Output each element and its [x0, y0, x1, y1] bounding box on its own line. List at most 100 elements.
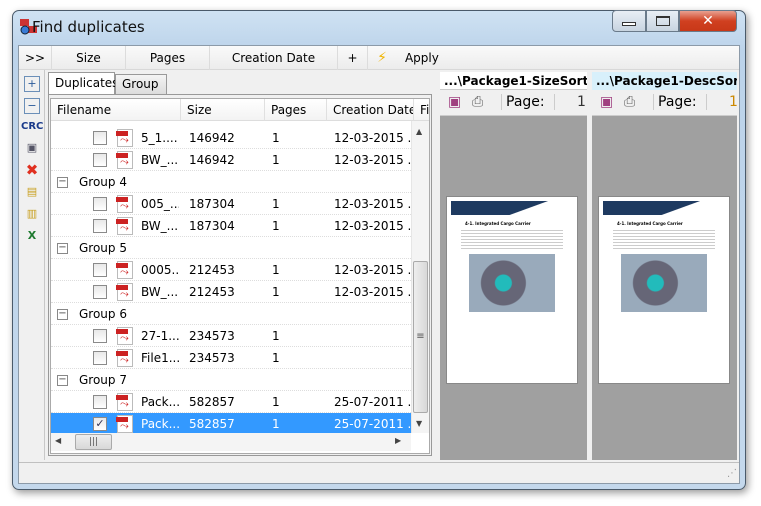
move-to-folder-icon[interactable]: ▤: [24, 184, 40, 200]
file-checkbox[interactable]: [93, 219, 107, 233]
sort-creation-date-button[interactable]: Creation Date: [210, 46, 338, 70]
file-size: 212453: [189, 285, 235, 299]
group-row[interactable]: − Group 7: [51, 369, 411, 391]
group-row[interactable]: − Group 6: [51, 303, 411, 325]
horizontal-scroll-thumb[interactable]: |||: [75, 434, 112, 450]
sort-size-button[interactable]: Size: [52, 46, 126, 70]
file-pages: 1: [272, 263, 280, 277]
computer-search-icon[interactable]: ▣: [24, 140, 40, 156]
collapse-group-icon[interactable]: −: [57, 375, 68, 386]
file-checkbox[interactable]: ✓: [93, 417, 107, 431]
file-creation-date: 25-07-2011 ...: [334, 395, 419, 409]
collapse-group-icon[interactable]: −: [57, 243, 68, 254]
group-name: Group 4: [79, 175, 127, 189]
file-row[interactable]: 5_1.... 146942 1 12-03-2015 ...: [51, 127, 419, 149]
file-row[interactable]: BW_... 146942 1 12-03-2015 ...: [51, 149, 419, 171]
print-icon[interactable]: ⎙: [472, 94, 483, 110]
file-name: Pack...: [141, 417, 179, 431]
preview-toolbar-right: ▣ ⎙ Page: 1: [592, 90, 738, 116]
export-excel-icon[interactable]: X: [24, 228, 40, 244]
scroll-up-arrow-icon[interactable]: ▲: [416, 127, 422, 136]
minimize-button[interactable]: [612, 10, 646, 32]
close-button[interactable]: ✕: [679, 10, 737, 32]
page-number-right[interactable]: 1: [706, 94, 738, 110]
file-row[interactable]: Pack... 582857 1 25-07-2011 ...: [51, 391, 419, 413]
status-bar: ⋰: [19, 462, 739, 483]
crc-icon[interactable]: CRC: [21, 119, 43, 135]
file-checkbox[interactable]: [93, 153, 107, 167]
expand-toolbar-button[interactable]: >>: [19, 46, 52, 70]
file-name: BW_...: [141, 285, 179, 299]
file-row[interactable]: 0005... 212453 1 12-03-2015 ...: [51, 259, 419, 281]
page-label-right: Page:: [653, 94, 697, 110]
file-row[interactable]: BW_... 212453 1 12-03-2015 ...: [51, 281, 419, 303]
file-row[interactable]: File1... 234573 1: [51, 347, 411, 369]
expand-all-icon[interactable]: +: [24, 76, 40, 92]
tab-group-7[interactable]: Group 7: [115, 74, 167, 109]
group-row[interactable]: − Group 4: [51, 171, 411, 193]
group-name: Group 7: [79, 373, 127, 387]
collapse-group-icon[interactable]: −: [57, 309, 68, 320]
column-header-filename[interactable]: Filename: [51, 99, 181, 121]
scroll-left-arrow-icon[interactable]: ◀: [55, 436, 61, 445]
vertical-scrollbar[interactable]: ▲ ≡ ▼: [411, 121, 429, 433]
file-checkbox[interactable]: [93, 131, 107, 145]
delete-icon[interactable]: ✖: [24, 162, 40, 178]
file-creation-date: 25-07-2011 ...: [334, 417, 419, 431]
file-row[interactable]: 005_... 187304 1 12-03-2015 ...: [51, 193, 419, 215]
print-icon[interactable]: ⎙: [624, 94, 635, 110]
lightning-icon: ⚡: [377, 50, 387, 66]
horizontal-scrollbar[interactable]: ◀ ||| ▶: [51, 433, 411, 451]
pdf-file-icon: [116, 415, 133, 433]
save-edit-icon[interactable]: ▣: [448, 94, 461, 110]
file-pages: 1: [272, 131, 280, 145]
file-size: 234573: [189, 329, 235, 343]
file-creation-date: 12-03-2015 ...: [334, 263, 419, 277]
tab-duplicates[interactable]: Duplicates: [48, 72, 118, 95]
group-row[interactable]: − Group 5: [51, 237, 411, 259]
file-name: BW_...: [141, 153, 179, 167]
pdf-file-icon: [116, 151, 133, 169]
collapse-group-icon[interactable]: −: [57, 177, 68, 188]
group-name: Group 6: [79, 307, 127, 321]
sort-toolbar: >> Size Pages Creation Date + ⚡ Apply: [19, 46, 739, 70]
collapse-all-icon[interactable]: −: [24, 98, 40, 114]
file-checkbox[interactable]: [93, 285, 107, 299]
page-number-left[interactable]: 1: [554, 94, 586, 110]
column-header-fi[interactable]: Fi: [414, 99, 429, 121]
add-criteria-button[interactable]: +: [338, 46, 368, 70]
apply-label: Apply: [404, 51, 439, 65]
file-size: 582857: [189, 417, 235, 431]
vertical-scroll-thumb[interactable]: ≡: [413, 261, 428, 413]
apply-button[interactable]: ⚡ Apply: [368, 46, 448, 70]
file-row[interactable]: BW_... 187304 1 12-03-2015 ...: [51, 215, 419, 237]
file-creation-date: 12-03-2015 ...: [334, 131, 419, 145]
file-checkbox[interactable]: [93, 395, 107, 409]
scroll-down-arrow-icon[interactable]: ▼: [416, 419, 422, 428]
pdf-file-icon: [116, 217, 133, 235]
maximize-button[interactable]: [646, 10, 679, 32]
pdf-file-icon: [116, 283, 133, 301]
sort-pages-button[interactable]: Pages: [126, 46, 210, 70]
file-pages: 1: [272, 153, 280, 167]
pdf-file-icon: [116, 261, 133, 279]
pdf-file-icon: [116, 349, 133, 367]
file-size: 582857: [189, 395, 235, 409]
column-header-creation-date[interactable]: Creation Date: [327, 99, 414, 121]
file-pages: 1: [272, 285, 280, 299]
file-pages: 1: [272, 417, 280, 431]
save-edit-icon[interactable]: ▣: [600, 94, 613, 110]
file-row[interactable]: 27-1... 234573 1: [51, 325, 411, 347]
copy-to-folder-icon[interactable]: ▥: [24, 206, 40, 222]
file-size: 234573: [189, 351, 235, 365]
file-checkbox[interactable]: [93, 197, 107, 211]
file-checkbox[interactable]: [93, 263, 107, 277]
column-header-size[interactable]: Size: [181, 99, 265, 121]
resize-grip-icon[interactable]: ⋰: [727, 468, 737, 479]
file-size: 187304: [189, 219, 235, 233]
column-header-pages[interactable]: Pages: [265, 99, 327, 121]
file-checkbox[interactable]: [93, 351, 107, 365]
file-row[interactable]: ✓ Pack... 582857 1 25-07-2011 ...: [51, 413, 419, 435]
file-checkbox[interactable]: [93, 329, 107, 343]
scroll-right-arrow-icon[interactable]: ▶: [395, 436, 401, 445]
